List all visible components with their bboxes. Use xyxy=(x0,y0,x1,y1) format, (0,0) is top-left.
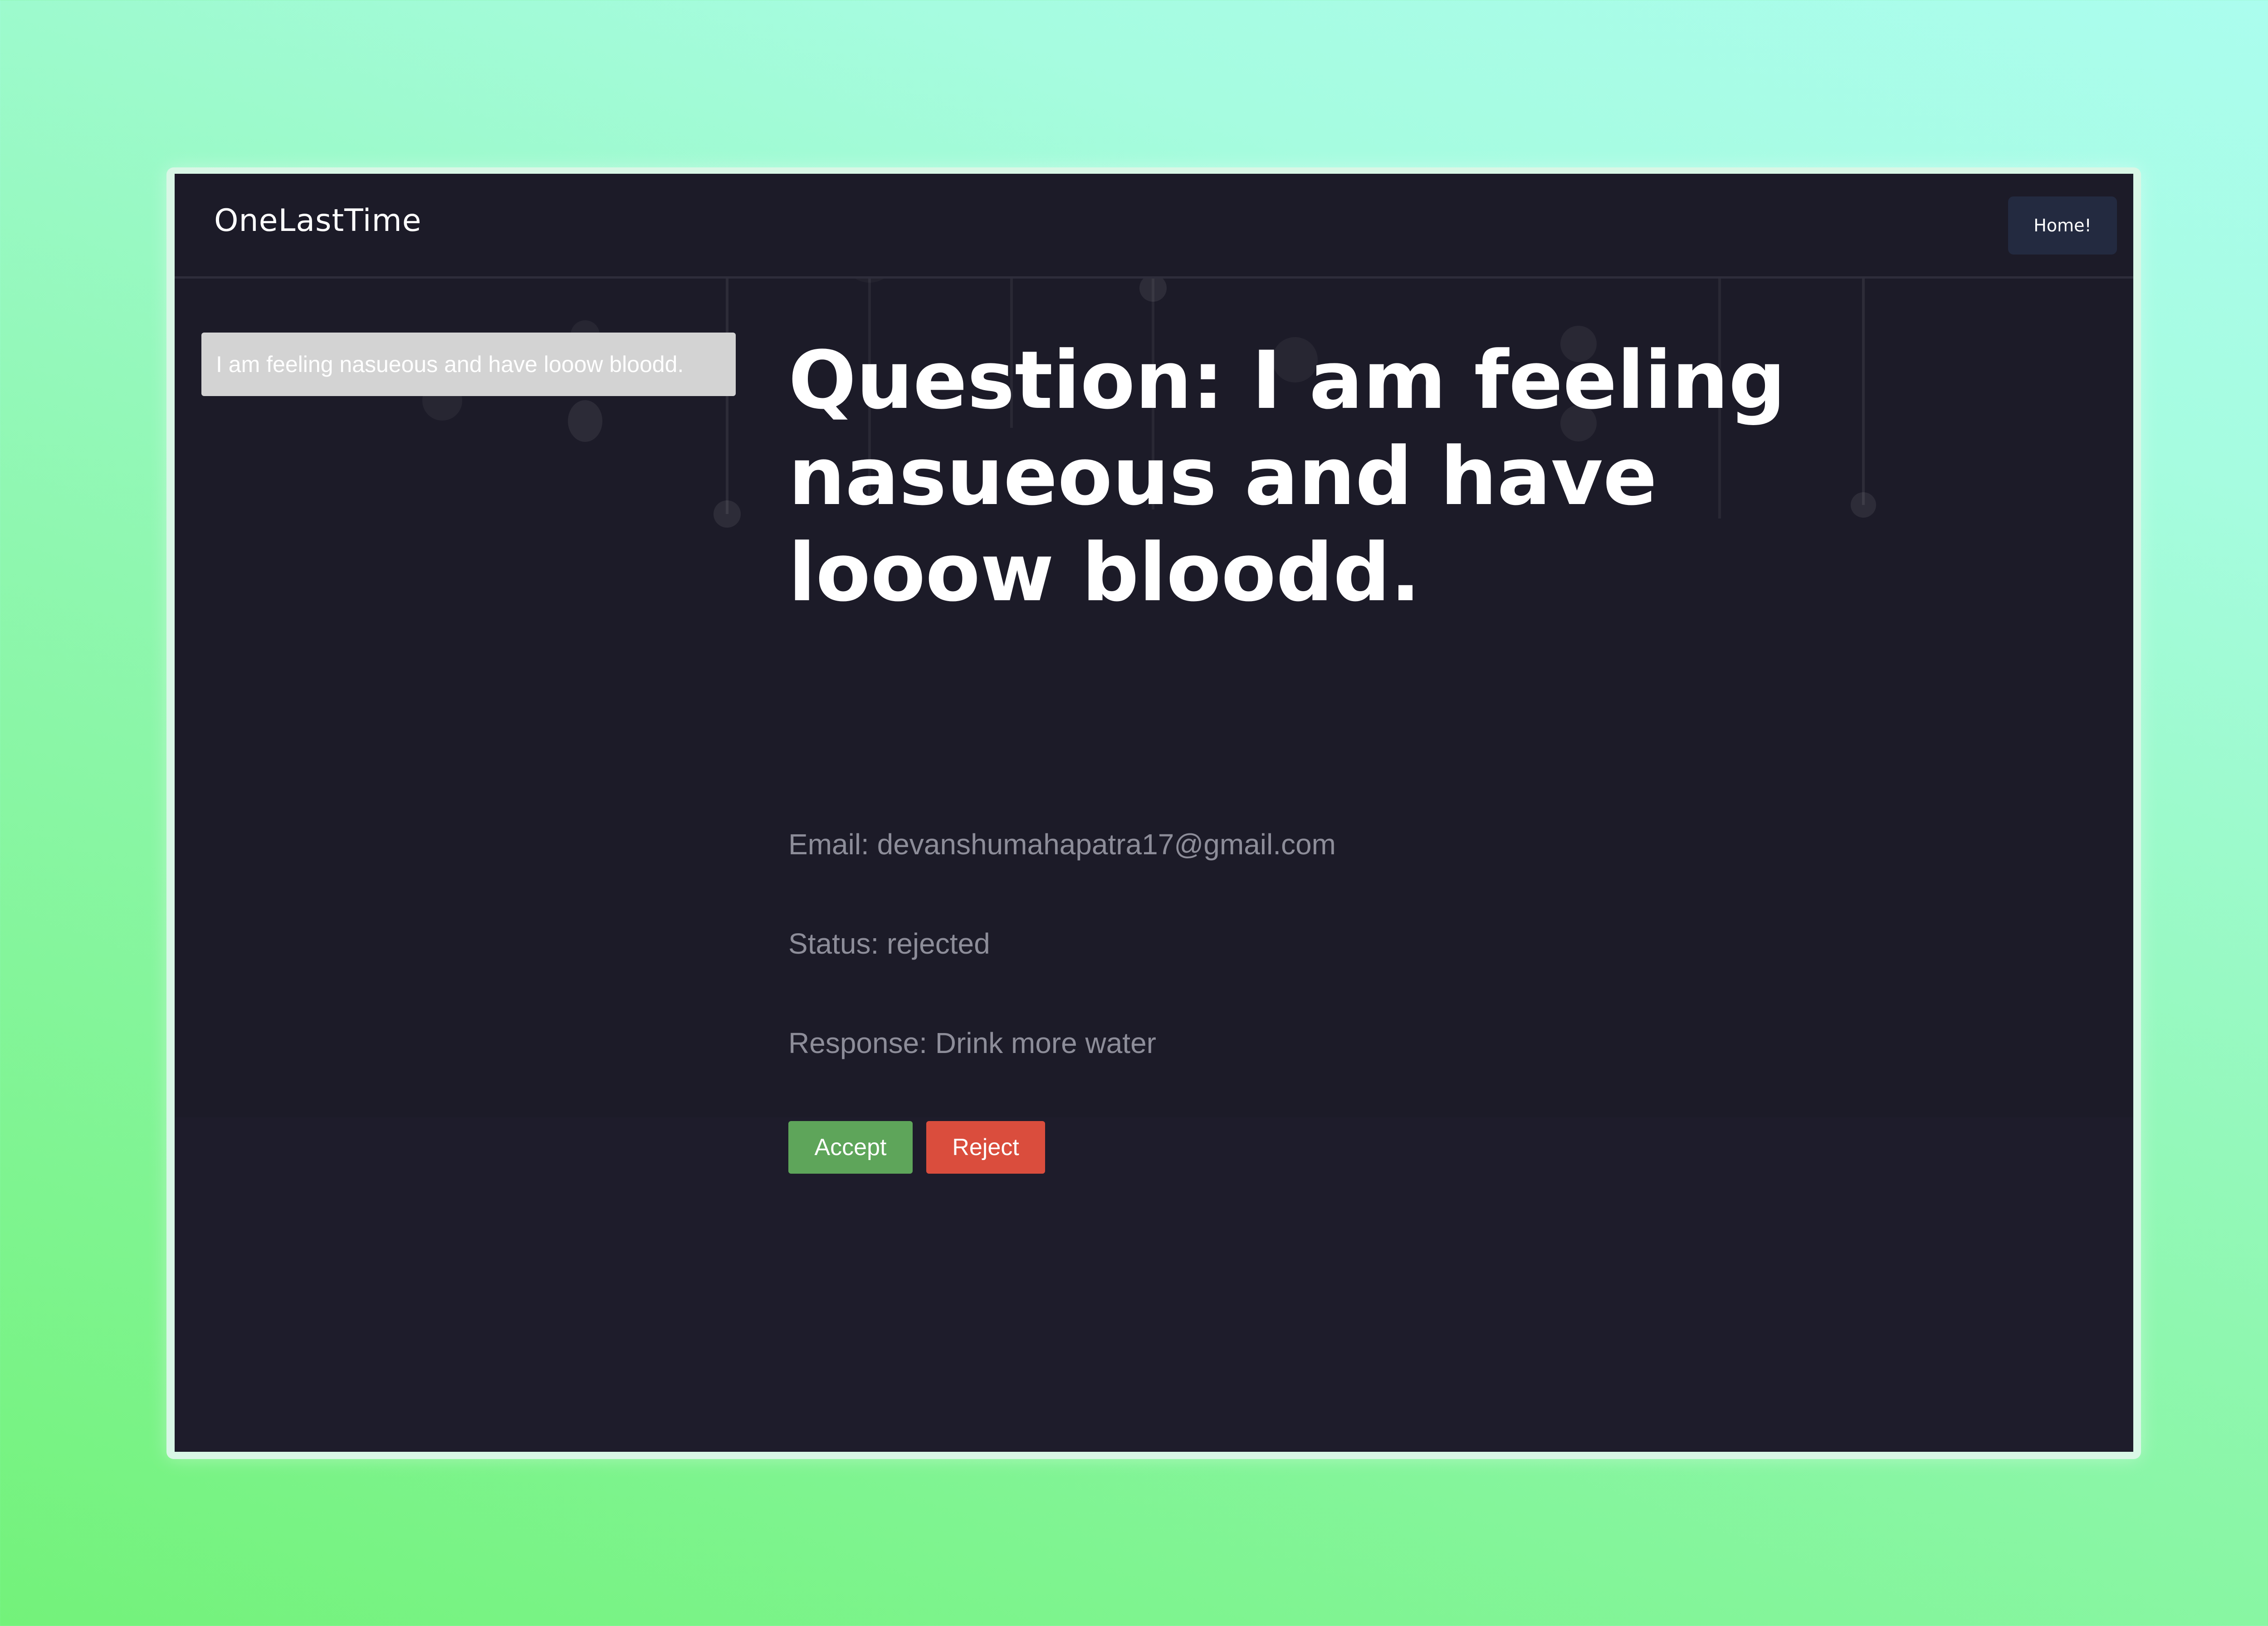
content-footer-area xyxy=(175,1117,2133,1452)
deco-dot xyxy=(1139,274,1167,302)
question-status: Status: rejected xyxy=(788,927,990,960)
deco-dot xyxy=(714,500,741,528)
question-detail: Question: I am feeling nasueous and have… xyxy=(788,333,2013,1174)
deco-dot xyxy=(568,400,602,442)
app-window: OneLastTime Home! I am feeling nasueous … xyxy=(175,174,2133,1452)
question-email: Email: devanshumahapatra17@gmail.com xyxy=(788,828,1336,861)
question-title: Question: I am feeling nasueous and have… xyxy=(788,334,1786,619)
question-response: Response: Drink more water xyxy=(788,1027,1156,1059)
home-button[interactable]: Home! xyxy=(2008,196,2117,255)
brand-logo[interactable]: OneLastTime xyxy=(214,203,422,239)
reject-button[interactable]: Reject xyxy=(926,1121,1045,1174)
navbar: OneLastTime Home! xyxy=(175,174,2133,279)
accept-button[interactable]: Accept xyxy=(788,1121,913,1174)
sidebar-question-item[interactable]: I am feeling nasueous and have looow blo… xyxy=(201,333,736,396)
